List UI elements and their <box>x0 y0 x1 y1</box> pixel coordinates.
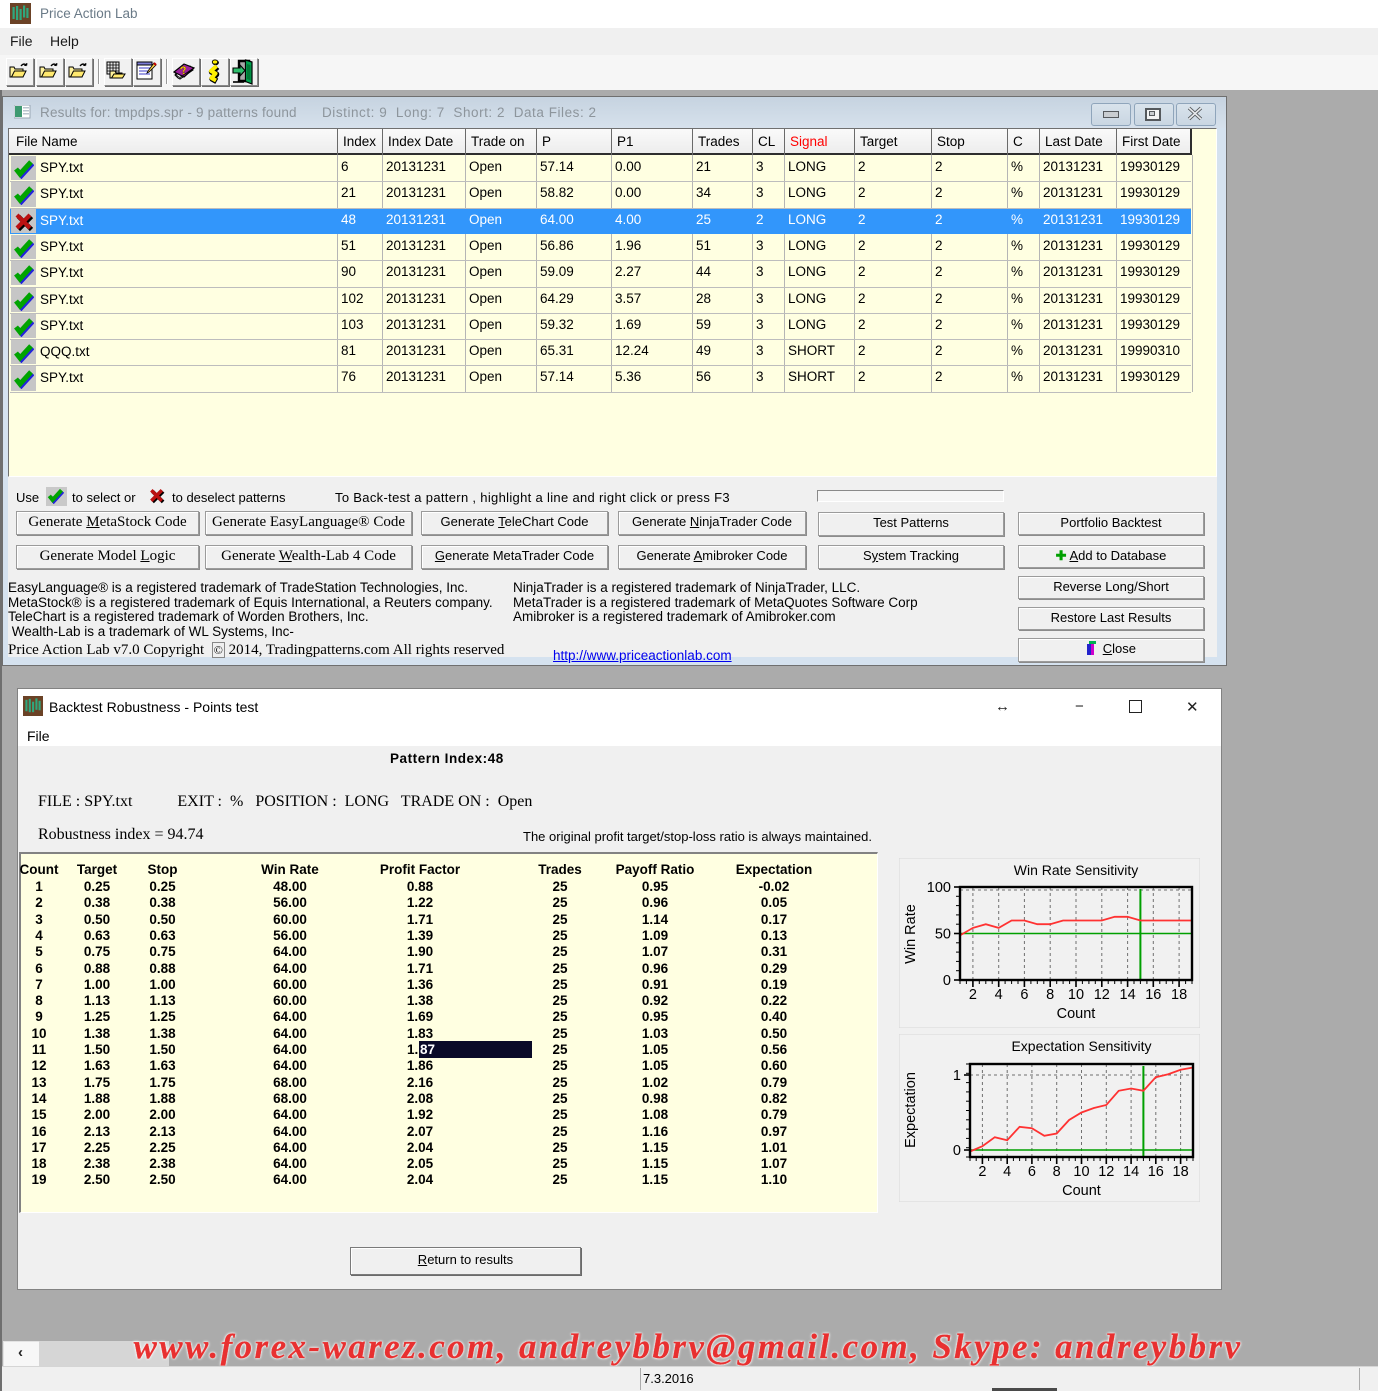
svg-text:4: 4 <box>995 987 1003 1003</box>
svg-text:100: 100 <box>927 880 951 896</box>
svg-text:16: 16 <box>1148 1164 1164 1180</box>
svg-text:16: 16 <box>1145 987 1161 1003</box>
svg-text:6: 6 <box>1020 987 1028 1003</box>
svg-text:Count: Count <box>1062 1183 1101 1199</box>
svg-text:8: 8 <box>1053 1164 1061 1180</box>
svg-text:14: 14 <box>1123 1164 1139 1180</box>
svg-text:50: 50 <box>935 927 951 943</box>
svg-text:4: 4 <box>1003 1164 1011 1180</box>
svg-text:18: 18 <box>1173 1164 1189 1180</box>
svg-text:Count: Count <box>1057 1006 1096 1022</box>
svg-text:14: 14 <box>1120 987 1136 1003</box>
svg-text:Expectation: Expectation <box>903 1072 919 1148</box>
svg-text:12: 12 <box>1094 987 1110 1003</box>
svg-text:18: 18 <box>1171 987 1187 1003</box>
svg-text:Win Rate: Win Rate <box>903 904 919 964</box>
svg-text:6: 6 <box>1028 1164 1036 1180</box>
svg-text:2: 2 <box>978 1164 986 1180</box>
svg-text:Expectation Sensitivity: Expectation Sensitivity <box>1011 1038 1151 1054</box>
svg-text:2: 2 <box>969 987 977 1003</box>
svg-text:1: 1 <box>953 1068 961 1084</box>
svg-text:10: 10 <box>1068 987 1084 1003</box>
svg-text:12: 12 <box>1098 1164 1114 1180</box>
svg-text:8: 8 <box>1046 987 1054 1003</box>
svg-text:0: 0 <box>943 973 951 989</box>
svg-text:10: 10 <box>1073 1164 1089 1180</box>
svg-text:0: 0 <box>953 1143 961 1159</box>
svg-text:Win Rate Sensitivity: Win Rate Sensitivity <box>1014 862 1138 878</box>
